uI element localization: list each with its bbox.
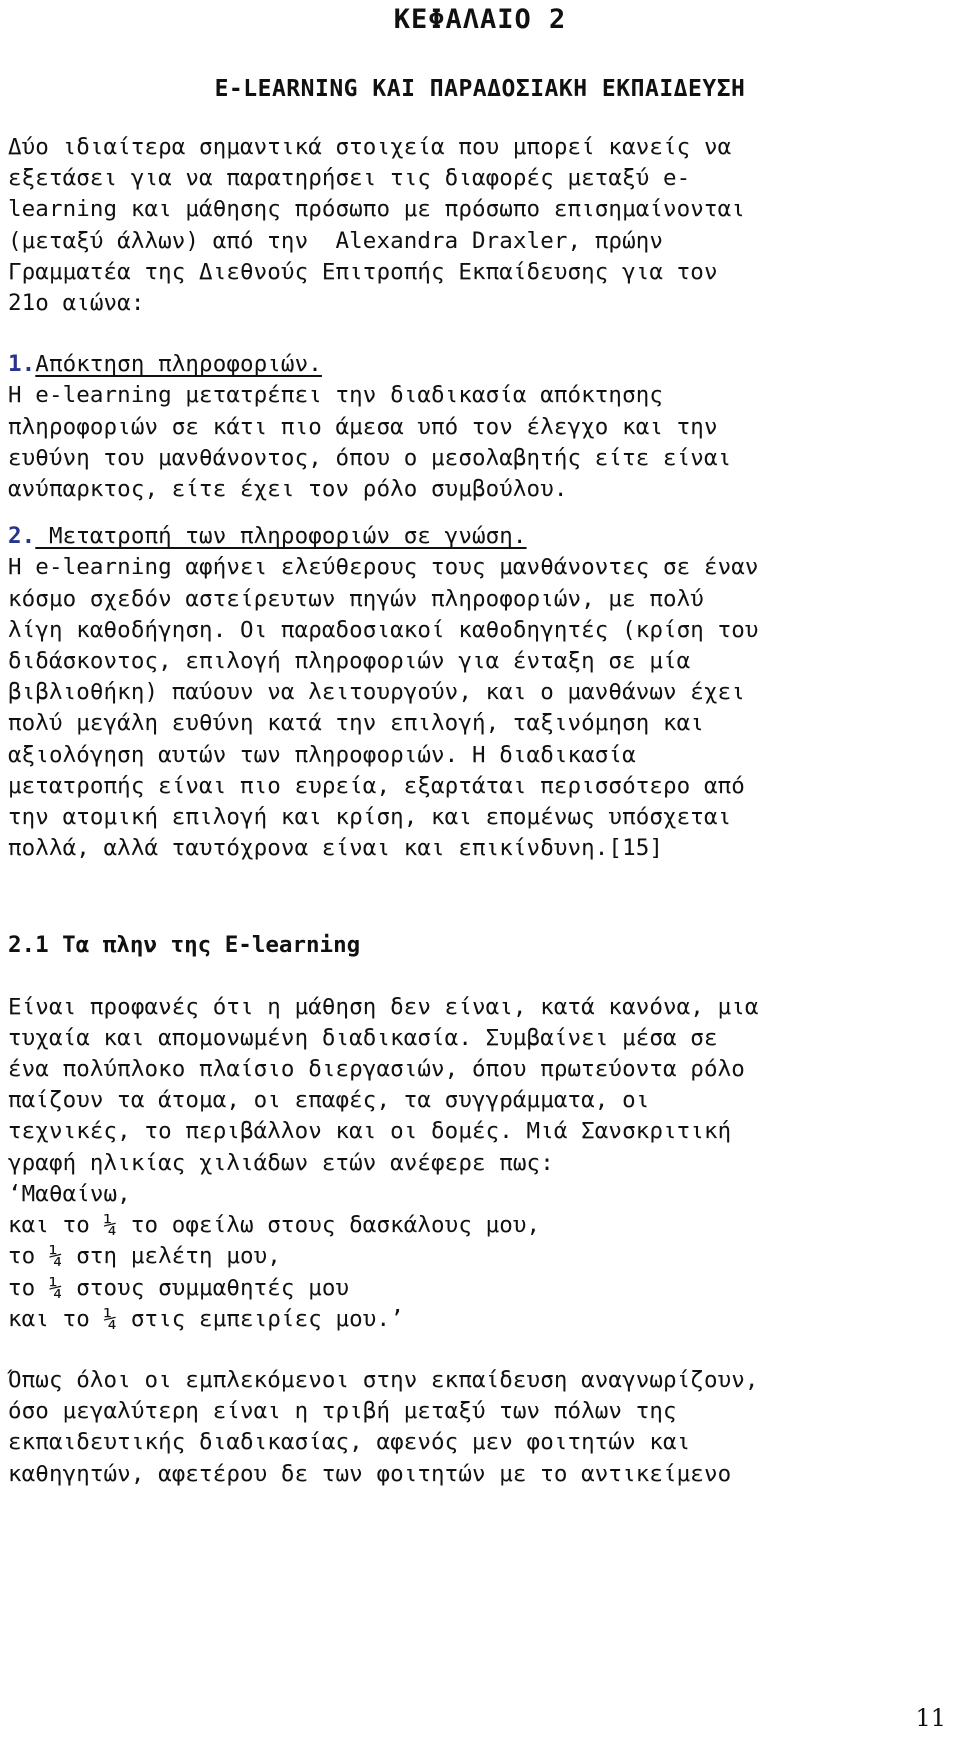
text-line: γραφή ηλικίας χιλιάδων ετών ανέφερε πως: <box>8 1149 554 1176</box>
text-line: ένα πολύπλοκο πλαίσιο διεργασιών, όπου π… <box>8 1056 745 1083</box>
closing-paragraph: Όπως όλοι οι εμπλεκόμενοι στην εκπαίδευσ… <box>8 1365 952 1490</box>
section-paragraph: Είναι προφανές ότι η μάθηση δεν είναι, κ… <box>8 992 952 1179</box>
text-line: κόσμο σχεδόν αστείρευτων πηγών πληροφορι… <box>8 585 704 612</box>
text-line: τυχαία και απομονωμένη διαδικασία. Συμβα… <box>8 1024 718 1051</box>
quote-line: ‘Μαθαίνω, <box>8 1180 131 1207</box>
text-line: αξιολόγηση αυτών των πληροφοριών. Η διαδ… <box>8 741 636 768</box>
text-line: εκπαιδευτικής διαδικασίας, αφενός μεν φο… <box>8 1429 691 1456</box>
text-line: λίγη καθοδήγηση. Οι παραδοσιακοί καθοδηγ… <box>8 616 759 643</box>
list-marker: 1. <box>8 351 36 378</box>
list-item-2-heading-line: 2. Μετατροπή των πληροφοριών σε γνώση. <box>8 521 952 552</box>
text-line: πληροφοριών σε κάτι πιο άμεσα υπό τον έλ… <box>8 413 718 440</box>
quote-line: το ¼ στη μελέτη μου, <box>8 1243 281 1270</box>
text-line: την ατομική επιλογή και κρίση, και επομέ… <box>8 804 732 831</box>
text-line: learning και μάθησης πρόσωπο με πρόσωπο … <box>8 196 745 223</box>
text-line: πολλά, αλλά ταυτόχρονα είναι και επικίνδ… <box>8 835 664 862</box>
list-marker: 2. <box>8 523 36 550</box>
text-line: Η e-learning μετατρέπει την διαδικασία α… <box>8 382 664 409</box>
sanskrit-quote: ‘Μαθαίνω, και το ¼ το οφείλω στους δασκά… <box>8 1179 952 1335</box>
text-line: όσο μεγαλύτερη είναι η τριβή μεταξύ των … <box>8 1398 677 1425</box>
chapter-subtitle: E-LEARNING ΚΑΙ ΠΑΡΑΔΟΣΙΑΚΗ ΕΚΠΑΙΔΕΥΣΗ <box>214 76 746 102</box>
text-line: βιβλιοθήκη) παύουν να λειτουργούν, και ο… <box>8 679 745 706</box>
list-item-1-heading-line: 1.Απόκτηση πληροφοριών. <box>8 349 952 380</box>
text-line: τεχνικές, το περιβάλλον και οι δομές. Μι… <box>8 1118 732 1145</box>
text-line: καθηγητών, αφετέρου δε των φοιτητών με τ… <box>8 1460 732 1487</box>
intro-paragraph: Δύο ιδιαίτερα σημαντικά στοιχεία που μπο… <box>8 132 952 319</box>
text-line: μετατροπής είναι πιο ευρεία, εξαρτάται π… <box>8 772 745 799</box>
text-line: ανύπαρκτος, είτε έχει τον ρόλο συμβούλου… <box>8 476 568 503</box>
text-line: Όπως όλοι οι εμπλεκόμενοι στην εκπαίδευσ… <box>8 1366 759 1393</box>
text-line: Είναι προφανές ότι η μάθηση δεν είναι, κ… <box>8 993 759 1020</box>
chapter-title: ΚΕΦΑΛΑΙΟ 2 <box>393 4 567 35</box>
text-line: Γραμματέα της Διεθνούς Επιτροπής Εκπαίδε… <box>8 258 718 285</box>
quote-line: και το ¼ το οφείλω στους δασκάλους μου, <box>8 1212 541 1239</box>
text-line: παίζουν τα άτομα, οι επαφές, τα συγγράμμ… <box>8 1087 650 1114</box>
document-page: ΚΕΦΑΛΑΙΟ 2 E-LEARNING ΚΑΙ ΠΑΡΑΔΟΣΙΑΚΗ ΕΚ… <box>0 4 960 1738</box>
text-line: διδάσκοντος, επιλογή πληροφοριών για έντ… <box>8 648 691 675</box>
list-item-1: 1.Απόκτηση πληροφοριών. Η e-learning μετ… <box>8 349 952 505</box>
text-line: (μεταξύ άλλων) από την Alexandra Draxler… <box>8 227 664 254</box>
page-number: 11 <box>915 1704 946 1732</box>
text-line: Η e-learning αφήνει ελεύθερους τους μανθ… <box>8 554 759 581</box>
text-line: εξετάσει για να παρατηρήσει τις διαφορές… <box>8 165 691 192</box>
section-heading-2-1: 2.1 Τα πλην της E-learning <box>8 932 361 959</box>
text-line: πολύ μεγάλη ευθύνη κατά την επιλογή, ταξ… <box>8 710 704 737</box>
text-line: ευθύνη του μανθάνοντος, όπου ο μεσολαβητ… <box>8 444 732 471</box>
list-item-heading: Μετατροπή των πληροφοριών σε γνώση. <box>35 523 527 550</box>
quote-line: και το ¼ στις εμπειρίες μου.’ <box>8 1305 404 1332</box>
quote-line: το ¼ στους συμμαθητές μου <box>8 1274 350 1301</box>
list-item-heading: Απόκτηση πληροφοριών. <box>35 351 322 378</box>
text-line: 21ο αιώνα: <box>8 290 145 317</box>
list-item-2: 2. Μετατροπή των πληροφοριών σε γνώση. Η… <box>8 521 952 864</box>
text-line: Δύο ιδιαίτερα σημαντικά στοιχεία που μπο… <box>8 134 732 160</box>
